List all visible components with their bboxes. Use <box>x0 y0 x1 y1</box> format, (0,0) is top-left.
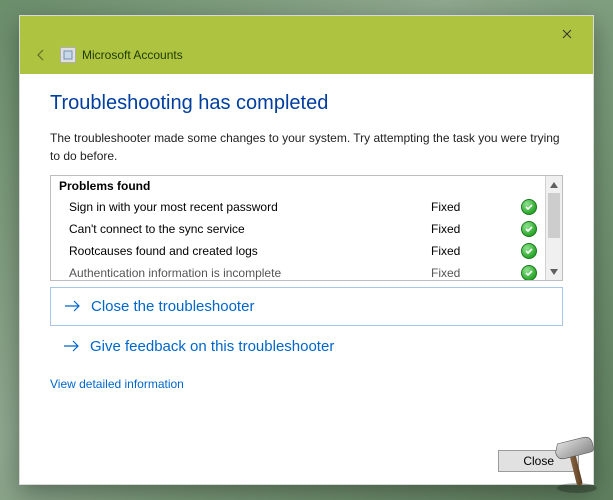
description-text: The troubleshooter made some changes to … <box>50 129 563 165</box>
footer: Close <box>20 438 593 484</box>
check-icon <box>521 199 537 215</box>
problem-name: Authentication information is incomplete <box>69 266 431 280</box>
check-icon <box>521 265 537 281</box>
troubleshooter-window: Microsoft Accounts Troubleshooting has c… <box>19 15 594 485</box>
scroll-track[interactable] <box>546 193 562 263</box>
problem-row: Authentication information is incomplete… <box>51 262 545 280</box>
scroll-down-icon[interactable] <box>546 263 562 280</box>
back-arrow-icon[interactable] <box>32 46 50 64</box>
page-title: Troubleshooting has completed <box>50 92 563 115</box>
problem-status: Fixed <box>431 200 521 214</box>
window-title: Microsoft Accounts <box>82 48 183 62</box>
problem-status: Fixed <box>431 222 521 236</box>
problem-name: Can't connect to the sync service <box>69 222 431 236</box>
window-header: Microsoft Accounts <box>20 16 593 74</box>
arrow-right-icon <box>64 339 80 355</box>
view-detailed-link[interactable]: View detailed information <box>50 377 563 391</box>
problem-status: Fixed <box>431 244 521 258</box>
give-feedback-link[interactable]: Give feedback on this troubleshooter <box>50 328 563 365</box>
content-area: Troubleshooting has completed The troubl… <box>20 74 593 438</box>
problems-header: Problems found <box>51 176 545 196</box>
scroll-thumb[interactable] <box>548 193 560 238</box>
scrollbar[interactable] <box>545 176 562 280</box>
problem-row: Can't connect to the sync service Fixed <box>51 218 545 240</box>
close-troubleshooter-link[interactable]: Close the troubleshooter <box>50 287 563 326</box>
problems-list-box: Problems found Sign in with your most re… <box>50 175 563 281</box>
action-label: Give feedback on this troubleshooter <box>90 338 334 355</box>
app-icon <box>60 47 76 63</box>
problems-list: Problems found Sign in with your most re… <box>51 176 545 280</box>
check-icon <box>521 221 537 237</box>
problem-status: Fixed <box>431 266 521 280</box>
problem-row: Rootcauses found and created logs Fixed <box>51 240 545 262</box>
close-icon[interactable] <box>551 22 583 46</box>
action-label: Close the troubleshooter <box>91 298 254 315</box>
check-icon <box>521 243 537 259</box>
problem-row: Sign in with your most recent password F… <box>51 196 545 218</box>
arrow-right-icon <box>65 299 81 315</box>
close-button[interactable]: Close <box>498 450 579 472</box>
problem-name: Sign in with your most recent password <box>69 200 431 214</box>
problem-name: Rootcauses found and created logs <box>69 244 431 258</box>
scroll-up-icon[interactable] <box>546 176 562 193</box>
